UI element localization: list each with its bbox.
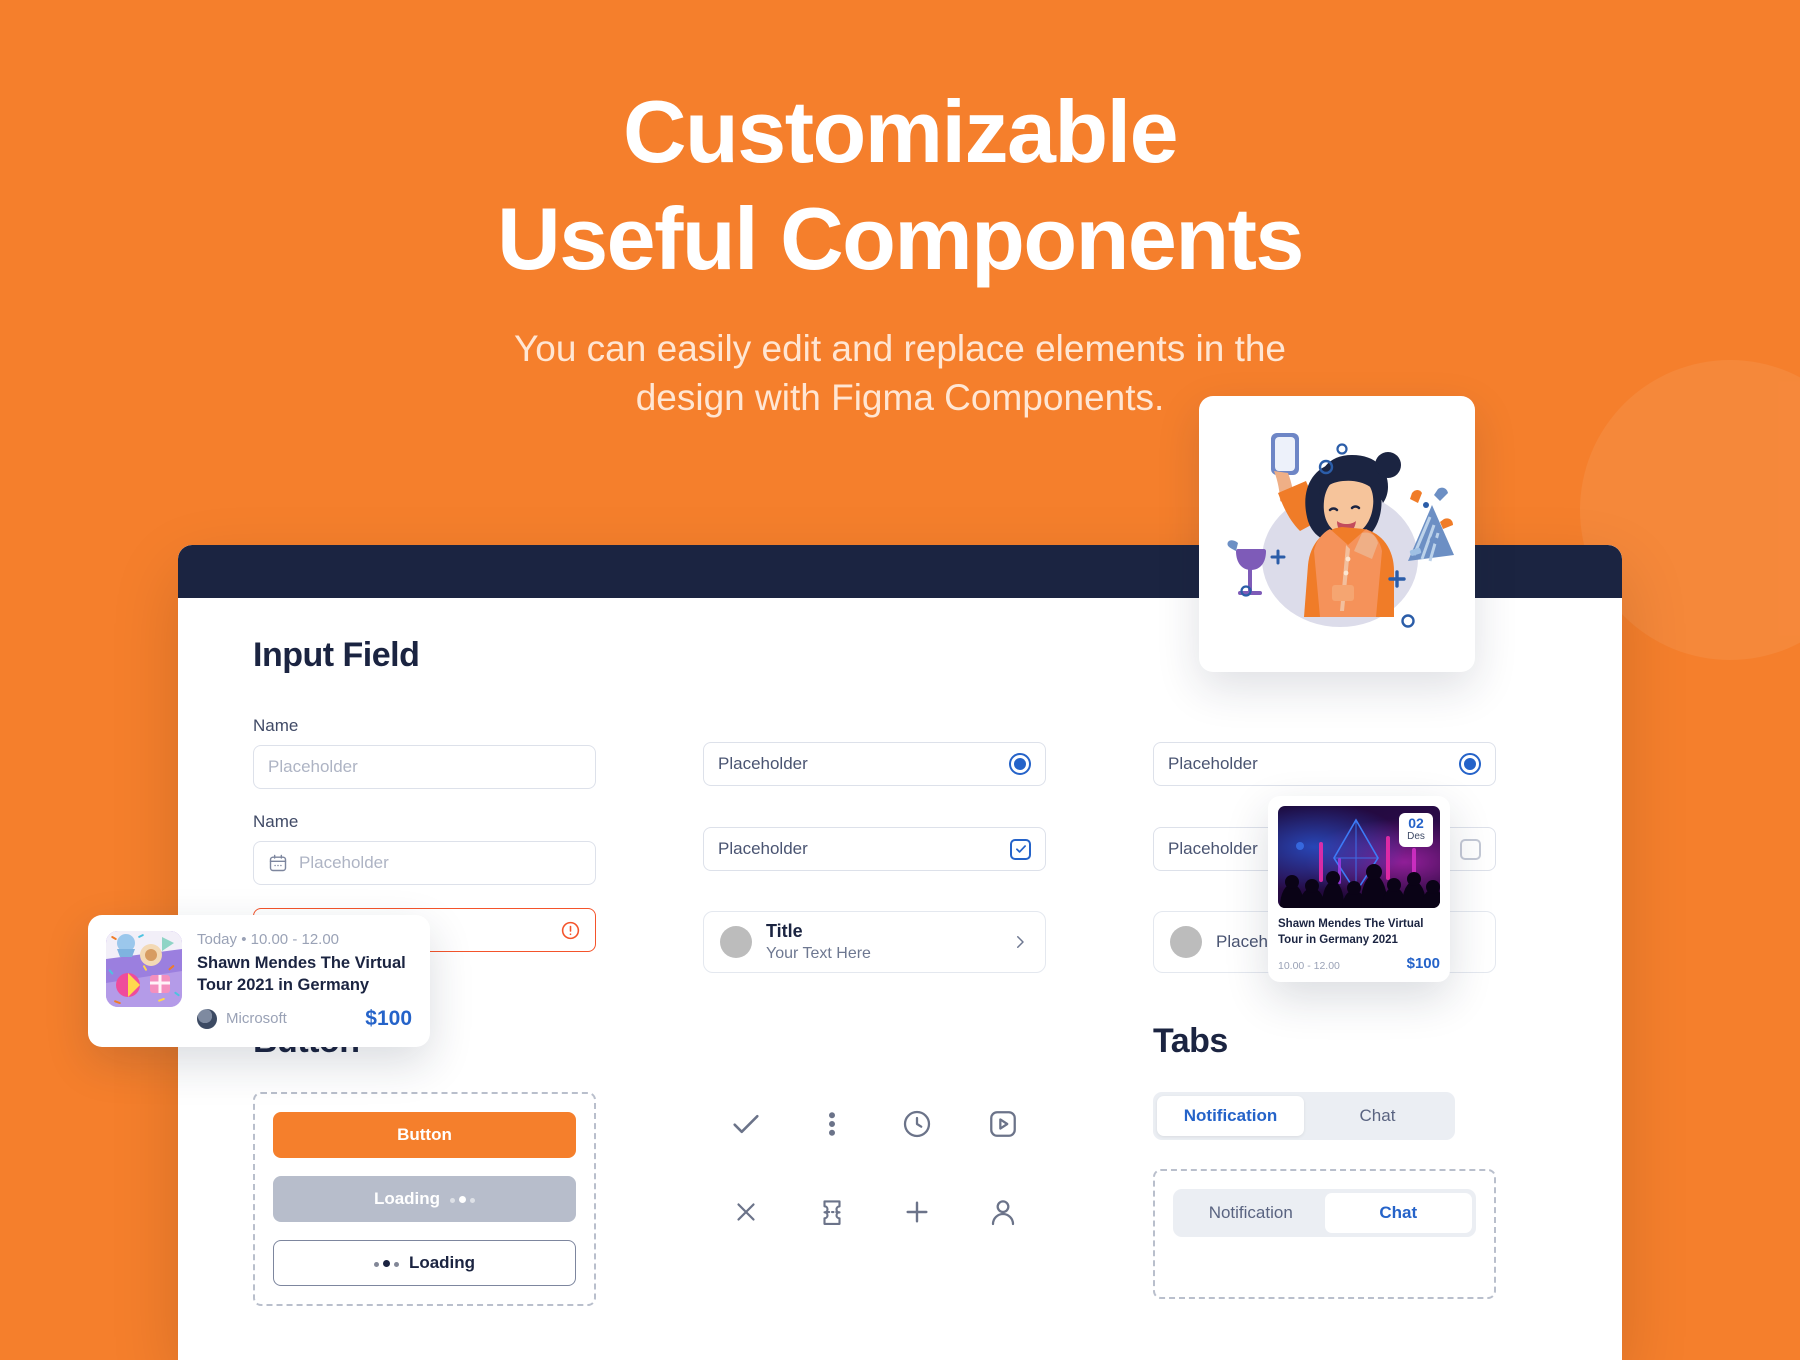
checkbox-row[interactable]: Placeholder xyxy=(703,827,1046,871)
concert-badge-month: Des xyxy=(1407,831,1425,843)
check-icon[interactable] xyxy=(720,1098,772,1150)
concert-card[interactable]: 02 Des Shawn Mendes The Virtual Tour in … xyxy=(1268,796,1450,983)
clock-icon[interactable] xyxy=(891,1098,943,1150)
primary-button-label: Button xyxy=(397,1125,452,1144)
ticket-icon[interactable] xyxy=(806,1186,858,1238)
icon-column xyxy=(703,1092,1046,1306)
loading-button-label: Loading xyxy=(373,1189,441,1208)
text-input-placeholder: Placeholder xyxy=(268,757,358,776)
party-photo-thumbnail xyxy=(106,931,182,1007)
button-group-dashed-frame: Button Loading Loading xyxy=(253,1092,596,1306)
hero: Customizable Useful Components You can e… xyxy=(0,0,1800,422)
concert-card-price: $100 xyxy=(1406,955,1440,973)
concert-date-badge: 02 Des xyxy=(1399,813,1433,848)
event-card-organizer: Microsoft xyxy=(226,1010,287,1028)
field-group-name-1: Name Placeholder xyxy=(253,716,596,789)
outline-loading-button-label: Loading xyxy=(408,1253,476,1272)
radio-row-2[interactable]: Placeholder xyxy=(1153,742,1496,786)
chevron-right-icon[interactable] xyxy=(1011,933,1029,951)
tab-group-dashed-frame: Notification Chat xyxy=(1153,1169,1496,1299)
hero-subtitle-line-1: You can easily edit and replace elements… xyxy=(513,327,1287,369)
loading-button[interactable]: Loading xyxy=(273,1176,576,1222)
page-title: Customizable Useful Components xyxy=(0,78,1800,293)
user-icon[interactable] xyxy=(977,1186,1029,1238)
radio-selected-icon-2[interactable] xyxy=(1459,753,1481,775)
error-circle-icon xyxy=(560,920,581,941)
primary-button[interactable]: Button xyxy=(273,1112,576,1158)
checkbox-empty-icon[interactable] xyxy=(1460,838,1481,860)
woman-celebrating-with-phone-illustration xyxy=(1227,433,1454,628)
calendar-icon xyxy=(268,853,288,873)
illustration-card xyxy=(1199,396,1475,672)
hero-title-line-2: Useful Components xyxy=(497,189,1304,289)
concert-card-footer: 10.00 - 12.00 $100 xyxy=(1278,955,1440,972)
concert-card-time: 10.00 - 12.00 xyxy=(1278,960,1340,973)
checkbox-row-label: Placeholder xyxy=(718,839,808,858)
event-card-footer: Microsoft $100 xyxy=(197,1007,412,1031)
radio-row-2-label: Placeholder xyxy=(1168,754,1258,773)
field-label-name-1: Name xyxy=(253,716,299,735)
text-input-plain[interactable]: Placeholder xyxy=(253,745,596,789)
date-input-placeholder: Placeholder xyxy=(299,853,389,872)
event-card[interactable]: Today • 10.00 - 12.00 Shawn Mendes The V… xyxy=(88,915,430,1047)
input-column-middle: Placeholder Placeholder Title Your Text … xyxy=(703,716,1046,973)
plus-icon[interactable] xyxy=(891,1186,943,1238)
components-row: Button Loading Loading Notification Chat… xyxy=(253,1092,1547,1306)
page-root: Customizable Useful Components You can e… xyxy=(0,0,1800,1360)
play-square-icon[interactable] xyxy=(977,1098,1029,1150)
list-item-row[interactable]: Title Your Text Here xyxy=(703,911,1046,973)
tabs-column: Notification Chat Notification Chat xyxy=(1153,1092,1496,1306)
event-card-title: Shawn Mendes The Virtual Tour 2021 in Ge… xyxy=(197,954,406,994)
tab-group-top: Notification Chat xyxy=(1153,1092,1455,1140)
field-label-name-2: Name xyxy=(253,812,299,831)
section-title-tabs: Tabs xyxy=(1153,1022,1228,1060)
loading-dots-icon-2 xyxy=(373,1259,399,1267)
tab-chat[interactable]: Chat xyxy=(1304,1096,1451,1136)
concert-crowd-photo: 02 Des xyxy=(1278,806,1440,908)
concert-badge-day: 02 xyxy=(1408,815,1424,831)
button-column: Button Loading Loading xyxy=(253,1092,596,1306)
avatar xyxy=(720,926,752,958)
radio-selected-icon[interactable] xyxy=(1009,753,1031,775)
more-vertical-icon[interactable] xyxy=(806,1098,858,1150)
close-icon[interactable] xyxy=(720,1186,772,1238)
tab-chat-2[interactable]: Chat xyxy=(1324,1193,1472,1233)
hero-title-line-1: Customizable xyxy=(622,82,1179,181)
tab-notification-2[interactable]: Notification xyxy=(1177,1193,1325,1233)
date-input[interactable]: Placeholder xyxy=(253,841,596,885)
radio-row-label: Placeholder xyxy=(718,754,808,773)
concert-card-title: Shawn Mendes The Virtual Tour in Germany… xyxy=(1278,918,1424,946)
hero-subtitle: You can easily edit and replace elements… xyxy=(0,325,1800,423)
organizer-avatar xyxy=(197,1008,217,1029)
list-item-subtitle: Your Text Here xyxy=(766,945,871,962)
radio-row[interactable]: Placeholder xyxy=(703,742,1046,786)
tab-notification[interactable]: Notification xyxy=(1157,1096,1304,1136)
icon-grid xyxy=(703,1092,1046,1238)
event-card-price: $100 xyxy=(365,1006,412,1030)
field-group-name-2: Name Placeholder xyxy=(253,812,596,885)
hero-subtitle-line-2: design with Figma Components. xyxy=(635,376,1165,418)
list-item-title: Title xyxy=(766,921,803,941)
avatar-2 xyxy=(1170,926,1202,958)
outline-loading-button[interactable]: Loading xyxy=(273,1240,576,1286)
checkbox-checked-icon[interactable] xyxy=(1010,838,1031,860)
loading-dots-icon xyxy=(450,1195,476,1203)
secondary-section-headings: Button Tabs xyxy=(253,1022,1547,1061)
event-card-meta: Today • 10.00 - 12.00 xyxy=(197,931,340,948)
tab-group-bottom: Notification Chat xyxy=(1173,1189,1476,1237)
